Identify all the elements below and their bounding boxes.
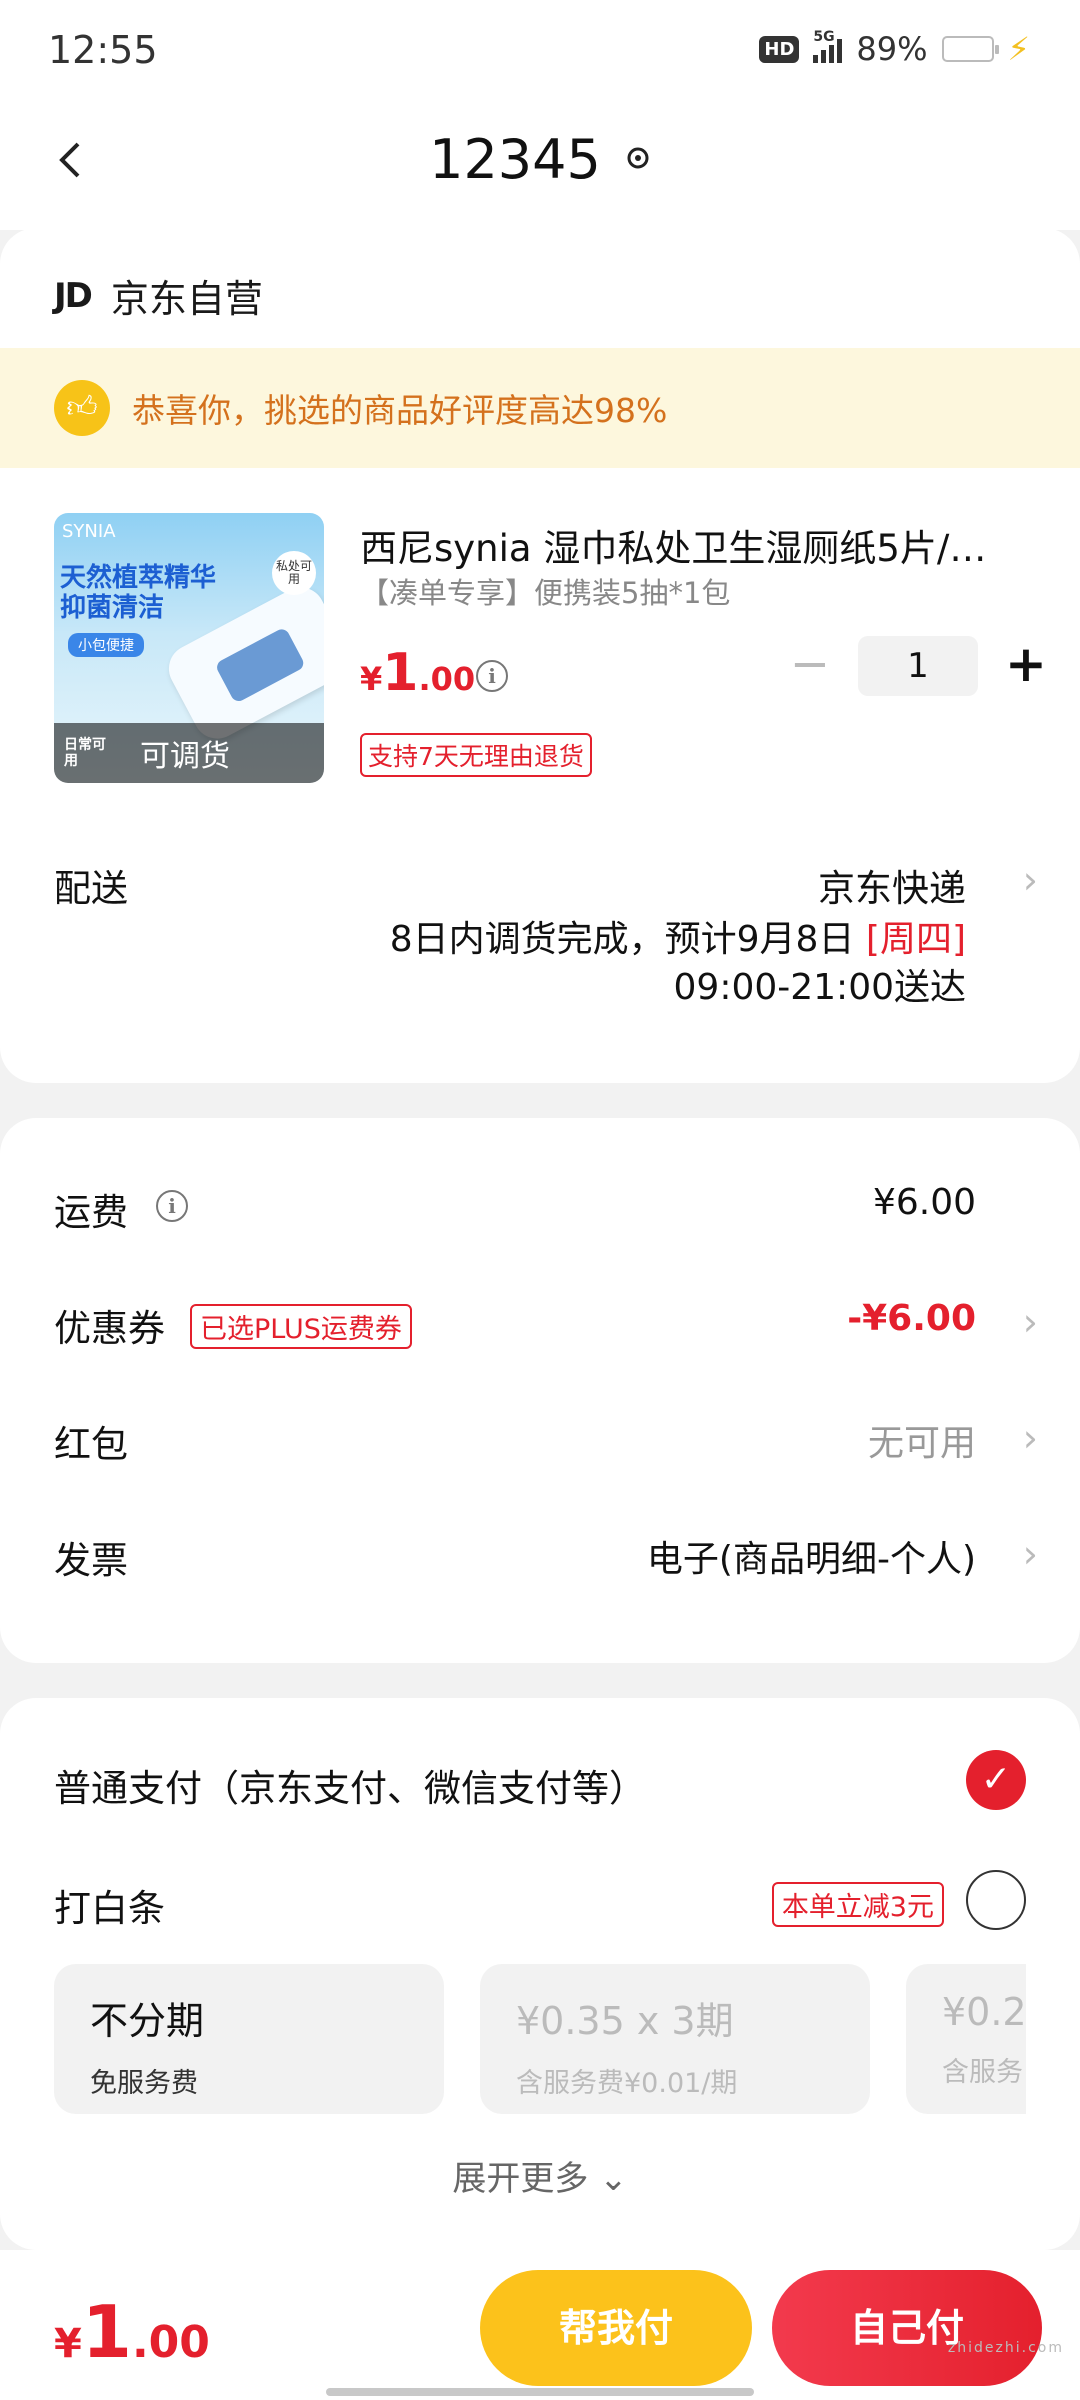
checkout-bar: ¥1.00 帮我付 自己付 zhidezhi.com (0, 2250, 1080, 2400)
coupon-label: 优惠券 (54, 1307, 165, 1350)
installment-main: 不分期 (90, 1999, 205, 2043)
redpacket-label: 红包 (54, 1423, 128, 1466)
price-decimal: .00 (418, 660, 476, 698)
normal-pay-label: 普通支付（京东支付、微信支付等） (54, 1767, 646, 1810)
praise-banner: 👍︎ 恭喜你，挑选的商品好评度高达98% (0, 348, 1080, 468)
page-title: 12345 (429, 128, 601, 191)
delivery-weekday: [周四] (865, 919, 966, 960)
invoice-row[interactable]: 发票 电子(商品明细-个人) › (0, 1514, 1080, 1594)
thumbs-up-icon: 👍︎ (54, 380, 110, 436)
installment-sub: 免服务费 (90, 2068, 198, 2099)
stock-tag: 可调货 (140, 739, 230, 774)
product-image-brand: SYNIA (62, 521, 116, 542)
price-info-icon[interactable]: i (476, 660, 508, 692)
product-spec: 【凑单专享】便携装5抽*1包 (360, 576, 731, 610)
watermark: zhidezhi.com (947, 2340, 1064, 2356)
nav-bar: 12345 (0, 100, 1080, 230)
shop-header[interactable]: JD 京东自营 (54, 268, 263, 323)
shipping-fee-row: 运费 i ¥6.00 (0, 1166, 1080, 1246)
total-price: ¥1.00 (54, 2290, 210, 2374)
chevron-right-icon: › (1022, 1300, 1038, 1344)
normal-pay-option[interactable]: 普通支付（京东支付、微信支付等） ✓ (0, 1736, 1080, 1826)
delivery-method: 京东快递 (818, 867, 966, 910)
installment-main: ¥0.2 (942, 1990, 1026, 2034)
address-title[interactable]: 12345 (0, 128, 1080, 191)
product-image-pill: 小包便捷 (68, 633, 144, 657)
installment-option-3[interactable]: ¥0.35 x 3期 含服务费¥0.01/期 (480, 1964, 870, 2114)
chevron-right-icon: › (1022, 858, 1038, 902)
installment-option-6[interactable]: ¥0.2 含服务 (906, 1964, 1026, 2114)
shipping-info-icon[interactable]: i (156, 1190, 188, 1222)
stock-overlay: 日常可用 可调货 (54, 723, 324, 783)
decrease-button[interactable]: − (780, 636, 840, 696)
product-image[interactable]: SYNIA 天然植萃精华 抑菌清洁 小包便捷 私处可用 日常可用 可调货 (54, 513, 324, 783)
invoice-label: 发票 (54, 1539, 128, 1582)
product-image-title: 天然植萃精华 抑菌清洁 (60, 563, 216, 623)
battery-percent: 89% (856, 30, 928, 68)
help-pay-button[interactable]: 帮我付 (480, 2270, 752, 2386)
chevron-right-icon: › (1022, 1416, 1038, 1460)
status-time: 12:55 (48, 28, 158, 72)
radio-unchecked-icon[interactable] (966, 1870, 1026, 1930)
delivery-label: 配送 (54, 867, 128, 910)
expand-more-button[interactable]: 展开更多 ⌄ (0, 2151, 1080, 2200)
product-price: ¥1.00 (360, 643, 475, 703)
invoice-value: 电子(商品明细-个人) (646, 1539, 976, 1580)
return-policy-badge: 支持7天无理由退货 (360, 733, 592, 777)
coupon-row[interactable]: 优惠券 已选PLUS运费券 -¥6.00 › (0, 1282, 1080, 1362)
shipping-fee-label: 运费 (54, 1191, 128, 1234)
total-decimal: .00 (131, 2317, 210, 2368)
network-type: 5G (813, 29, 835, 45)
praise-text: 恭喜你，挑选的商品好评度高达98% (132, 391, 668, 430)
shop-name: 京东自营 (110, 277, 263, 321)
product-image-title-line1: 天然植萃精华 (60, 563, 217, 593)
jd-logo: JD (54, 275, 93, 316)
redpacket-row[interactable]: 红包 无可用 › (0, 1398, 1080, 1478)
price-integer: 1 (382, 643, 419, 703)
fees-card: 运费 i ¥6.00 优惠券 已选PLUS运费券 -¥6.00 › 红包 无可用… (0, 1118, 1080, 1663)
installment-options: 不分期 免服务费 ¥0.35 x 3期 含服务费¥0.01/期 ¥0.2 含服务 (54, 1964, 1026, 2114)
delivery-time-window: 09:00-21:00送达 (673, 967, 966, 1008)
checkmark-icon[interactable]: ✓ (966, 1750, 1026, 1810)
quantity-stepper: − 1 + (780, 636, 1056, 696)
self-pay-button[interactable]: 自己付 (772, 2270, 1042, 2386)
status-icons: HD 5G 89% ⚡ (759, 29, 1030, 68)
shipping-fee-value: ¥6.00 (872, 1182, 976, 1223)
installment-option-none[interactable]: 不分期 免服务费 (54, 1964, 444, 2114)
delivery-estimate: 8日内调货完成，预计9月8日 [周四] (390, 910, 966, 962)
product-title[interactable]: 西尼synia 湿巾私处卫生湿厕纸5片/… (360, 518, 1020, 572)
installment-sub: 含服务费¥0.01/期 (516, 2068, 738, 2099)
total-integer: 1 (81, 2290, 132, 2374)
coupon-value: -¥6.00 (847, 1298, 976, 1339)
product-image-title-line2: 抑菌清洁 (60, 593, 165, 623)
installment-main: ¥0.35 x 3期 (516, 1999, 734, 2043)
increase-button[interactable]: + (996, 636, 1056, 696)
chevron-right-icon: › (1022, 1532, 1038, 1576)
redpacket-value: 无可用 (867, 1423, 976, 1464)
baitiao-label: 打白条 (54, 1887, 165, 1930)
battery-icon (941, 36, 999, 62)
price-currency: ¥ (360, 660, 383, 698)
product-image-mini-label: 日常可用 (64, 737, 106, 769)
product-image-seal: 私处可用 (272, 551, 316, 595)
order-card: JD 京东自营 👍︎ 恭喜你，挑选的商品好评度高达98% SYNIA 天然植萃精… (0, 228, 1080, 1083)
baitiao-discount-tag: 本单立减3元 (771, 1882, 944, 1927)
status-bar: 12:55 HD 5G 89% ⚡ (0, 0, 1080, 100)
coupon-tag: 已选PLUS运费券 (190, 1304, 412, 1349)
home-indicator[interactable] (326, 2388, 754, 2396)
quantity-input[interactable]: 1 (858, 636, 978, 696)
charging-bolt-icon: ⚡ (1007, 30, 1030, 68)
hd-icon: HD (759, 35, 800, 63)
baitiao-option[interactable]: 打白条 本单立减3元 (0, 1856, 1080, 1946)
installment-sub: 含服务 (942, 2057, 1023, 2088)
delivery-estimate-text: 8日内调货完成，预计9月8日 (389, 919, 866, 960)
total-currency: ¥ (54, 2321, 82, 2367)
signal-icon: 5G (813, 29, 843, 63)
payment-card: 普通支付（京东支付、微信支付等） ✓ 打白条 本单立减3元 不分期 免服务费 ¥… (0, 1698, 1080, 2250)
location-pin-icon (627, 147, 649, 168)
